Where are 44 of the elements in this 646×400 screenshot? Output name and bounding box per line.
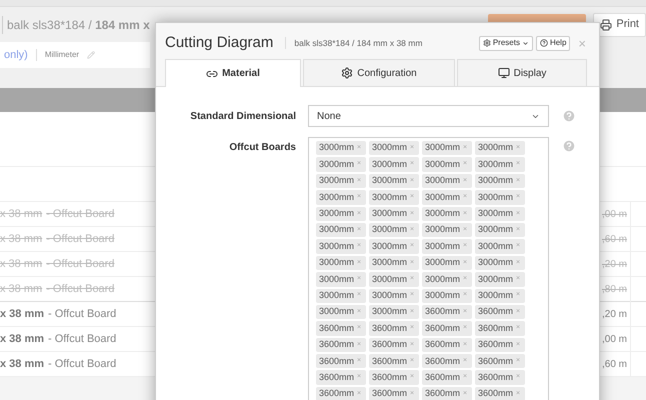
printer-icon: [600, 18, 612, 30]
row-type: - Offcut Board: [46, 206, 114, 222]
row-size: x 38 mm: [0, 282, 42, 297]
help-icon: [540, 39, 548, 47]
row-length: ,60 m: [602, 358, 628, 372]
row-length: ,60 m: [602, 232, 628, 246]
presets-icon: [482, 39, 491, 47]
page-title: balk sls38*184 / 184 mm x: [2, 16, 150, 34]
monitor-icon: [498, 67, 510, 79]
caret-icon: [522, 40, 529, 46]
field-label: Standard Dimensional: [189, 110, 296, 124]
dialog-tab[interactable]: Material: [165, 59, 301, 87]
field-label: Offcut Boards: [228, 141, 296, 155]
pencil-icon[interactable]: [87, 51, 96, 59]
row-size: x 38 mm: [0, 332, 44, 347]
row-type: - Offcut Board: [46, 256, 114, 272]
unit-label: Millimeter: [36, 49, 80, 61]
help-button[interactable]: Help: [536, 36, 570, 50]
row-type: - Offcut Board: [46, 282, 114, 297]
presets-button[interactable]: Presets: [478, 36, 533, 50]
row-length: ,20 m: [602, 308, 628, 322]
row-size: x 38 mm: [0, 356, 44, 372]
row-size: x 38 mm: [0, 306, 44, 322]
dialog-tab[interactable]: Configuration: [303, 59, 455, 86]
row-length: ,80 m: [602, 282, 628, 296]
gear-icon: [341, 67, 354, 79]
row-size: x 38 mm: [0, 256, 42, 272]
print-button[interactable]: Print: [593, 12, 646, 36]
help-icon[interactable]: [562, 109, 576, 123]
dialog-title: Cutting Diagram: [165, 32, 274, 53]
row-type: - Offcut Board: [48, 306, 116, 322]
dialog-tab[interactable]: Display: [457, 59, 587, 86]
row-size: x 38 mm: [0, 206, 42, 222]
help-icon[interactable]: [562, 139, 576, 153]
offcut-boards-field[interactable]: [308, 137, 549, 400]
dialog-subtitle: balk sls38*184 / 184 mm x 38 mm: [285, 36, 422, 50]
row-length: ,20 m: [602, 258, 628, 272]
row-type: - Offcut Board: [48, 332, 116, 347]
standard-dimensional-select[interactable]: None: [308, 105, 549, 127]
row-length: ,00 m: [602, 208, 628, 222]
row-length: ,00 m: [602, 332, 628, 346]
row-type: - Offcut Board: [46, 232, 114, 247]
row-type: - Offcut Board: [48, 356, 116, 372]
row-size: x 38 mm: [0, 232, 42, 247]
